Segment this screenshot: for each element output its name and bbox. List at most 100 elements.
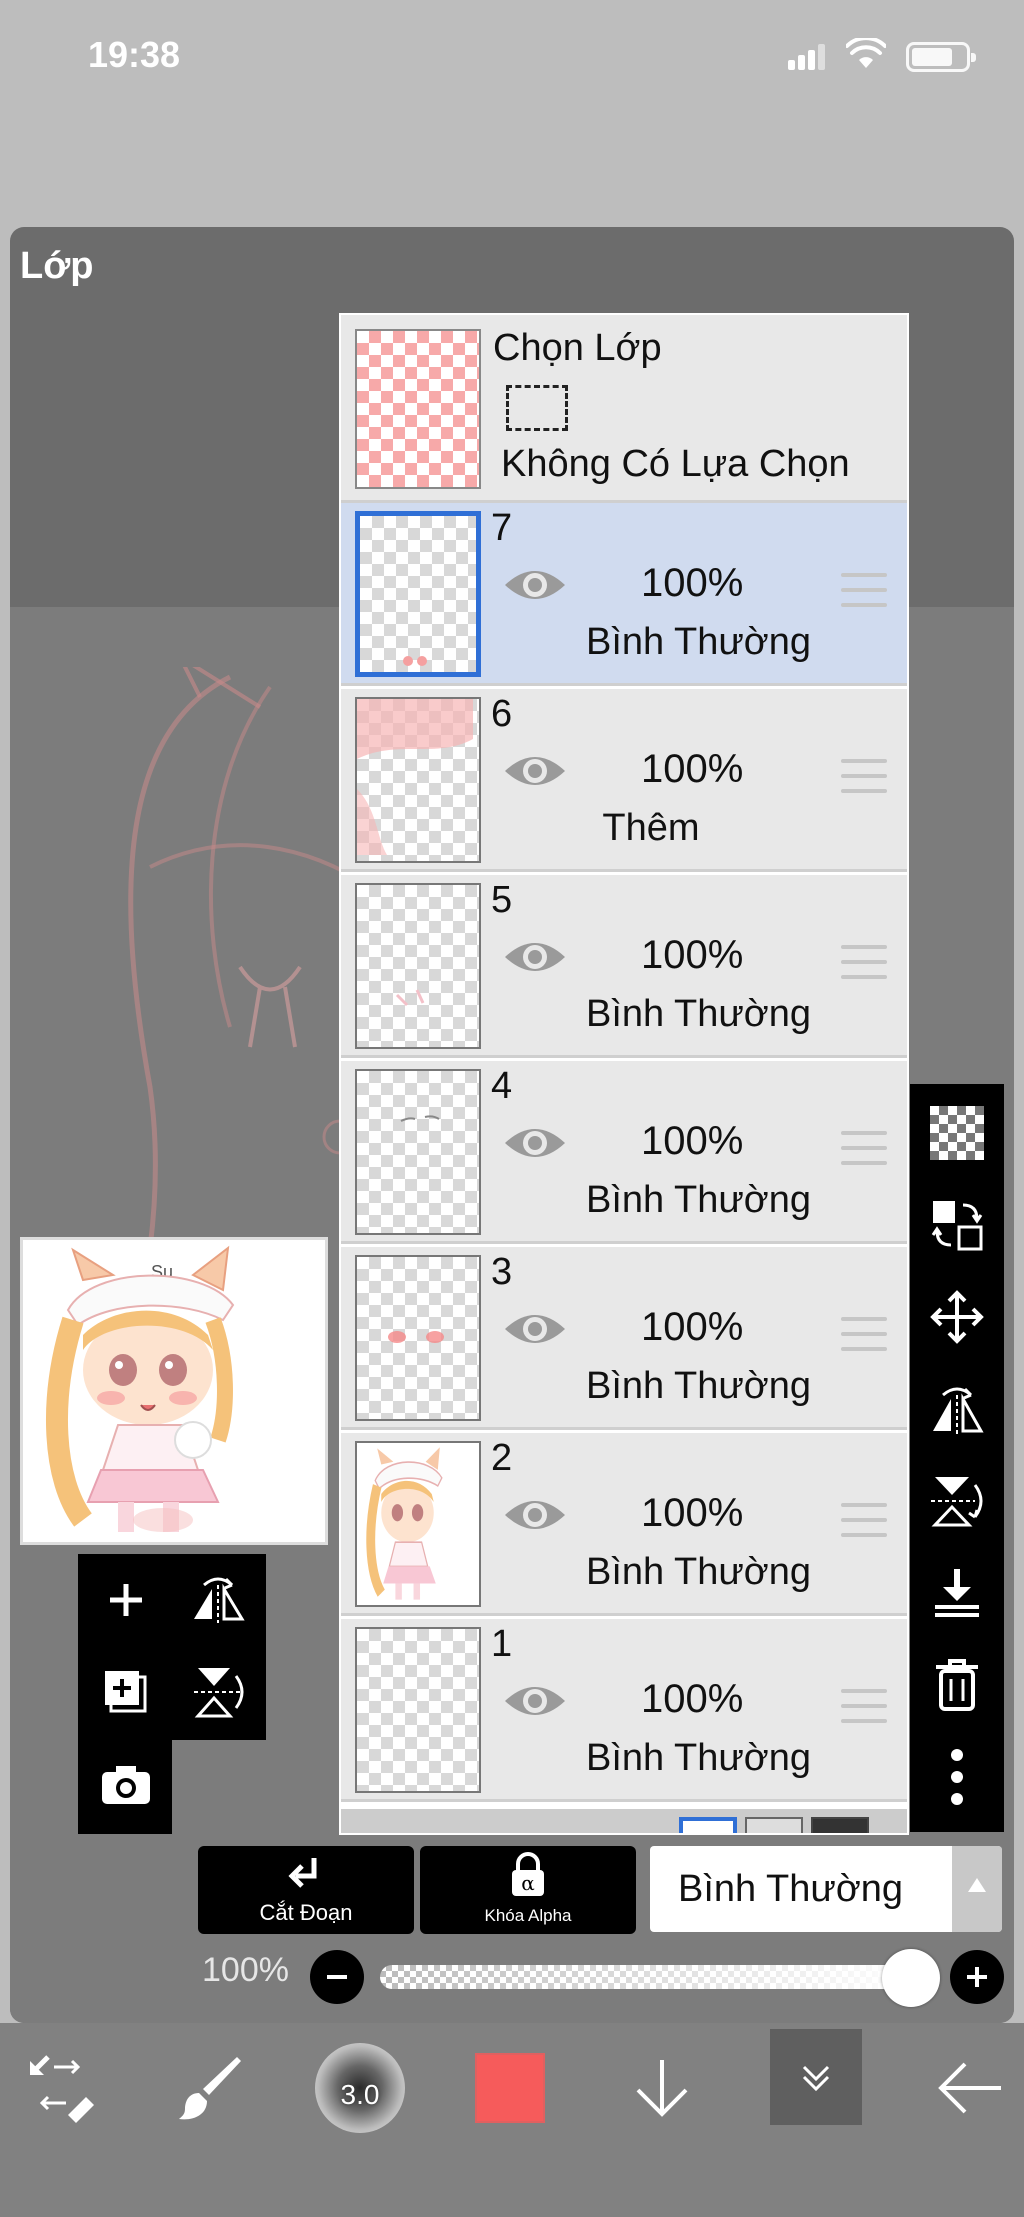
more-options-button[interactable] xyxy=(910,1736,1004,1818)
opacity-slider-thumb[interactable] xyxy=(882,1949,940,2007)
swap-layer-button[interactable] xyxy=(910,1184,1004,1266)
visibility-eye-icon[interactable] xyxy=(503,563,567,607)
layer-opacity: 100% xyxy=(641,561,744,605)
camera-button[interactable] xyxy=(86,1744,166,1824)
layer-blend-mode: Bình Thường xyxy=(585,1365,811,1407)
drag-handle-icon[interactable] xyxy=(841,573,887,613)
flip-vertical-icon xyxy=(194,1668,244,1718)
layer-thumbnail xyxy=(355,697,481,863)
collapse-panel-button[interactable] xyxy=(770,2029,862,2125)
move-button[interactable] xyxy=(910,1276,1004,1358)
visibility-eye-icon[interactable] xyxy=(503,935,567,979)
layer-opacity: 100% xyxy=(641,747,744,791)
layer-row-1[interactable]: 1 100% Bình Thường xyxy=(341,1619,907,1802)
layer-blend-mode: Bình Thường xyxy=(585,993,811,1035)
flip-vertical-button[interactable] xyxy=(910,1460,1004,1542)
layer-number: 4 xyxy=(491,1065,513,1107)
add-layer-button[interactable] xyxy=(86,1560,166,1640)
visibility-eye-icon[interactable] xyxy=(503,1121,567,1165)
drag-handle-icon[interactable] xyxy=(841,945,887,985)
clipping-label: Cắt Đoạn xyxy=(259,1900,353,1925)
opacity-decrease-button[interactable] xyxy=(310,1950,364,2004)
blend-mode-value: Bình Thường xyxy=(678,1868,904,1910)
brush-size-value: 3.0 xyxy=(340,2079,380,2110)
status-bar: 19:38 xyxy=(0,0,1024,110)
opacity-increase-button[interactable] xyxy=(950,1950,1004,2004)
layer-number: 2 xyxy=(491,1437,513,1479)
layer-opacity: 100% xyxy=(641,933,744,977)
back-button[interactable] xyxy=(920,2023,1020,2153)
drag-handle-icon[interactable] xyxy=(841,1689,887,1729)
flip-vertical-icon xyxy=(931,1477,983,1527)
layer-number: 6 xyxy=(491,693,513,735)
chevron-up-icon xyxy=(952,1846,1002,1932)
bottom-toolbar: 3.0 xyxy=(0,2023,1024,2217)
alpha-lock-button[interactable]: α Khóa Alpha xyxy=(420,1846,636,1934)
layer-opacity: 100% xyxy=(641,1491,744,1535)
drag-handle-icon[interactable] xyxy=(841,1503,887,1543)
flip-horizontal-button[interactable] xyxy=(178,1560,258,1640)
opacity-value: 100% xyxy=(202,1951,289,1989)
layer-row-3[interactable]: 3 100% Bình Thường xyxy=(341,1247,907,1430)
layer-row-5[interactable]: 5 100% Bình Thường xyxy=(341,875,907,1058)
minus-icon xyxy=(327,1975,347,1979)
right-toolbar xyxy=(910,1084,1004,1832)
plus-icon xyxy=(110,1584,142,1616)
layer-row-6[interactable]: 6 100% Thêm xyxy=(341,689,907,872)
visibility-eye-icon[interactable] xyxy=(503,1679,567,1723)
flip-vertical-button[interactable] xyxy=(178,1652,258,1732)
camera-icon xyxy=(102,1766,150,1804)
left-toolbar xyxy=(78,1554,266,1834)
collapse-icon xyxy=(802,2065,830,2092)
layer-row-2[interactable]: 2 100% Bình Thường xyxy=(341,1433,907,1616)
clip-arrow-icon xyxy=(288,1858,317,1888)
panel-title: Lớp xyxy=(20,245,94,287)
down-arrow-icon xyxy=(636,2060,688,2117)
drag-handle-icon[interactable] xyxy=(841,759,887,799)
drag-handle-icon[interactable] xyxy=(841,1317,887,1357)
brush-icon xyxy=(179,2057,241,2120)
layer-opacity: 100% xyxy=(641,1677,744,1721)
visibility-eye-icon[interactable] xyxy=(503,1307,567,1351)
layer-list[interactable]: Chọn Lớp Không Có Lựa Chọn 7 100% Bình T… xyxy=(339,313,909,1835)
clipping-button[interactable]: Cắt Đoạn xyxy=(198,1846,414,1934)
alpha-lock-label: Khóa Alpha xyxy=(484,1906,572,1925)
flip-horizontal-icon xyxy=(194,1577,245,1623)
back-arrow-icon xyxy=(938,2062,1001,2114)
layer-row-4[interactable]: 4 100% Bình Thường xyxy=(341,1061,907,1244)
layer-blend-mode: Bình Thường xyxy=(585,1179,811,1221)
layer-row-7[interactable]: 7 100% Bình Thường xyxy=(341,503,907,686)
background-layer-row[interactable] xyxy=(341,1809,907,1833)
flip-horizontal-icon xyxy=(933,1387,984,1435)
layer-number: 5 xyxy=(491,879,513,921)
copy-layer-button[interactable] xyxy=(86,1652,166,1732)
transform-tool-button[interactable] xyxy=(10,2023,110,2153)
opacity-slider[interactable] xyxy=(380,1965,918,1989)
layer-down-button[interactable] xyxy=(612,2023,712,2153)
color-button[interactable] xyxy=(460,2023,560,2153)
visibility-eye-icon[interactable] xyxy=(503,1493,567,1537)
transparency-icon xyxy=(930,1106,984,1160)
more-icon xyxy=(951,1749,963,1805)
visibility-eye-icon[interactable] xyxy=(503,749,567,793)
brush-size-button[interactable]: 3.0 xyxy=(310,2023,410,2153)
transparency-button[interactable] xyxy=(910,1092,1004,1174)
selection-layer-row[interactable]: Chọn Lớp Không Có Lựa Chọn xyxy=(341,315,907,503)
layer-number: 1 xyxy=(491,1623,513,1665)
layer-blend-mode: Bình Thường xyxy=(585,1551,811,1593)
delete-layer-button[interactable] xyxy=(910,1644,1004,1726)
merge-down-icon xyxy=(935,1569,979,1617)
selection-layer-thumbnail xyxy=(355,329,481,489)
merge-down-button[interactable] xyxy=(910,1552,1004,1634)
drag-handle-icon[interactable] xyxy=(841,1131,887,1171)
selection-layer-title: Chọn Lớp xyxy=(493,327,662,369)
layer-number: 7 xyxy=(491,507,513,549)
layer-number: 3 xyxy=(491,1251,513,1293)
swap-layer-icon xyxy=(931,1201,983,1251)
blend-mode-select[interactable]: Bình Thường xyxy=(650,1846,1002,1932)
brush-tool-button[interactable] xyxy=(160,2023,260,2153)
add-layer-icon xyxy=(105,1671,147,1713)
color-swatch xyxy=(475,2053,545,2123)
flip-horizontal-button[interactable] xyxy=(910,1368,1004,1450)
selection-status: Không Có Lựa Chọn xyxy=(501,443,850,485)
